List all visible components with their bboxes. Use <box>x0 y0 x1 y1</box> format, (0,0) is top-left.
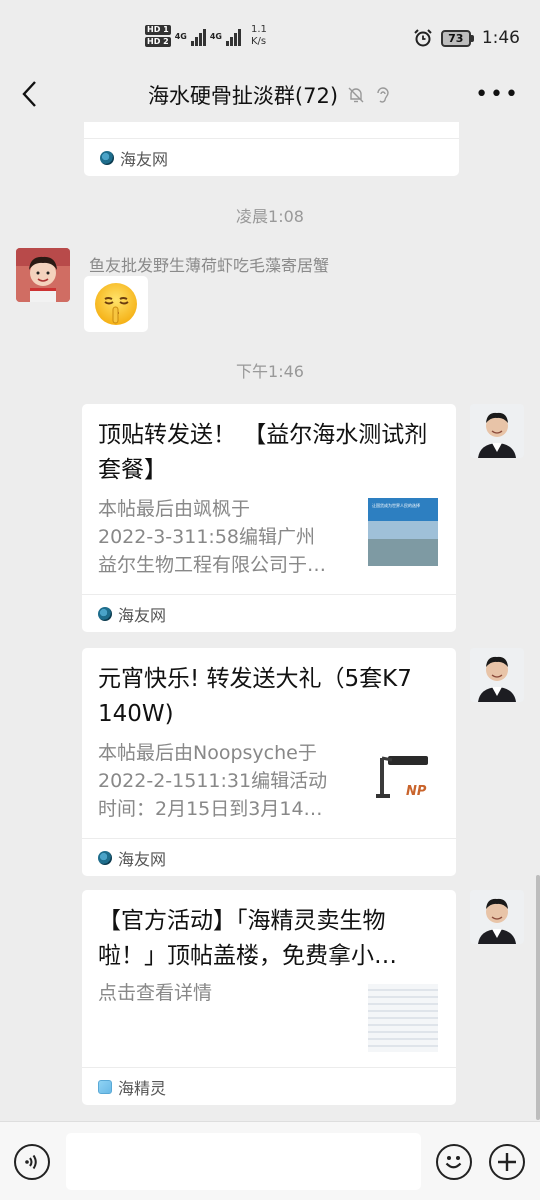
status-right: 73 1:46 <box>413 28 520 48</box>
card-thumbnail: NP <box>368 748 438 816</box>
speed-value: 1.1 <box>250 24 267 35</box>
battery-level: 73 <box>440 29 471 47</box>
card-desc-line: 益尔生物工程有限公司于… <box>98 554 327 576</box>
signal-icon <box>190 26 206 46</box>
card-title-line: 啦！」顶帖盖楼，免费拿小… <box>98 943 397 969</box>
card-description: 本帖最后由Noopsyche于 2022-2-1511:31编辑活动 时间：2月… <box>98 739 327 823</box>
timestamp: 下午1:46 <box>236 362 304 381</box>
clock: 1:46 <box>481 28 520 48</box>
card-desc-line: 2022-2-1511:31编辑活动 <box>98 770 328 792</box>
card-desc-line: 本帖最后由飒枫于 <box>98 498 251 520</box>
chevron-left-icon <box>22 81 36 107</box>
card-title: 元宵快乐! 转发送大礼（5套K7 140W) <box>98 666 412 727</box>
speed-unit: K/s <box>250 36 267 47</box>
status-left: HD 1 HD 2 4G 4G 1.1 K/s <box>145 24 267 48</box>
card-source-label: 海精灵 <box>118 1078 167 1098</box>
card-title: 【官方活动】「海精灵卖生物 啦！」顶帖盖楼，免费拿小… <box>98 904 440 974</box>
chat-header: 海水硬骨扯淡群(72) ••• <box>0 70 540 120</box>
emoji-button[interactable] <box>436 1144 472 1180</box>
ear-icon <box>377 87 389 103</box>
signal-icon-2 <box>225 26 241 46</box>
link-card[interactable]: 顶贴转发送！ 【益尔海水测试剂套餐】 本帖最后由飒枫于 2022-3-311:5… <box>82 404 456 632</box>
card-desc-line: 时间：2月15日到3月14… <box>98 798 323 820</box>
link-card[interactable]: 元宵快乐! 转发送大礼（5套K7 140W) 本帖最后由Noopsyche于 2… <box>82 648 456 876</box>
card-title: 顶贴转发送！ 【益尔海水测试剂套餐】 <box>98 422 428 483</box>
avatar[interactable] <box>16 248 70 302</box>
man-avatar-image <box>470 890 524 944</box>
card-source-label: 海友网 <box>118 605 167 625</box>
status-bar: HD 1 HD 2 4G 4G 1.1 K/s 73 1:46 <box>0 0 540 76</box>
man-avatar-image <box>470 648 524 702</box>
plus-icon <box>498 1153 516 1171</box>
sender-name: 鱼友批发野生薄荷虾吃毛藻寄居蟹 <box>89 256 330 275</box>
card-thumbnail: 让国货成为世界人民的选择 <box>368 498 438 566</box>
haiyouwang-icon <box>98 850 112 865</box>
hd1-badge: HD 1 <box>145 25 171 35</box>
network-type-2: 4G <box>209 31 222 41</box>
voice-wave-icon <box>25 1154 37 1170</box>
mute-bell-icon <box>348 87 364 103</box>
card-description: 本帖最后由飒枫于 2022-3-311:58编辑广州 益尔生物工程有限公司于… <box>98 495 326 579</box>
avatar[interactable] <box>470 890 524 944</box>
lamp-image <box>376 756 428 798</box>
title-group: 海水硬骨扯淡群(72) <box>148 80 392 110</box>
alarm-icon <box>414 29 432 47</box>
voice-button[interactable] <box>14 1144 50 1180</box>
timestamp: 凌晨1:08 <box>236 207 304 226</box>
man-avatar-image <box>470 404 524 458</box>
avatar[interactable] <box>470 404 524 458</box>
scrollbar[interactable] <box>536 875 540 1120</box>
add-button[interactable] <box>489 1144 525 1180</box>
card-source-label: 海友网 <box>120 149 169 169</box>
girl-avatar-image <box>16 248 70 302</box>
shush-emoji-icon <box>95 283 137 325</box>
card-desc-line: 本帖最后由Noopsyche于 <box>98 742 317 764</box>
more-options-button[interactable]: ••• <box>475 82 520 107</box>
card-desc-line: 2022-3-311:58编辑广州 <box>98 526 315 548</box>
hd-indicators: HD 1 HD 2 <box>145 25 171 47</box>
card-thumbnail <box>368 984 438 1052</box>
thumb-caption: 让国货成为世界人民的选择 <box>372 503 420 508</box>
hd2-badge: HD 2 <box>145 37 171 47</box>
card-source: 海精灵 <box>82 1067 456 1105</box>
back-button[interactable] <box>14 78 46 110</box>
page-title: 海水硬骨扯淡群(72) <box>147 84 339 108</box>
haiyouwang-icon <box>100 150 114 165</box>
smiley-icon <box>445 1156 462 1169</box>
card-source-label: 海友网 <box>118 849 167 869</box>
card-source: 海友网 <box>84 138 459 176</box>
avatar[interactable] <box>470 648 524 702</box>
card-description: 点击查看详情 <box>98 982 213 1004</box>
input-bar <box>0 1121 540 1200</box>
network-type-1: 4G <box>174 31 187 41</box>
card-title-line: 【官方活动】「海精灵卖生物 <box>98 908 386 934</box>
card-source: 海友网 <box>82 838 456 876</box>
link-card[interactable]: 【官方活动】「海精灵卖生物 啦！」顶帖盖楼，免费拿小… 点击查看详情 海精灵 <box>82 890 456 1105</box>
card-source: 海友网 <box>82 594 456 632</box>
network-speed: 1.1 K/s <box>251 24 267 48</box>
haiyouwang-icon <box>98 606 112 621</box>
thumb-brand: NP <box>406 784 427 799</box>
message-input[interactable] <box>66 1133 421 1190</box>
battery-icon: 73 <box>440 29 474 47</box>
link-card-partial[interactable]: 海友网 <box>84 122 459 176</box>
haijingling-icon <box>98 1079 112 1094</box>
sticker-message[interactable] <box>84 276 148 332</box>
